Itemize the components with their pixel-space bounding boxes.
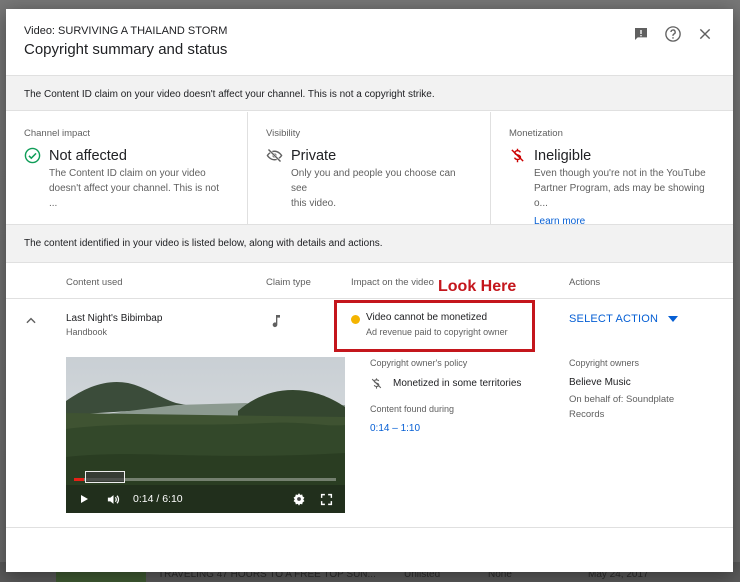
chevron-up-icon[interactable] (24, 314, 38, 333)
dialog-title: Copyright summary and status (24, 41, 228, 58)
copyright-dialog: Video: SURVIVING A THAILAND STORM Copyri… (6, 9, 733, 572)
divider (6, 298, 733, 299)
player-controls-right (292, 492, 333, 506)
card-description: Even though you're not in the YouTube Pa… (534, 168, 706, 209)
player-controls: 0:14 / 6:10 (66, 485, 345, 513)
select-action-label: SELECT ACTION (569, 313, 659, 325)
status-cards: Channel impact Not affected The Content … (6, 112, 733, 227)
card-visibility: Visibility Private Only you and people y… (248, 112, 491, 224)
col-header-actions: Actions (569, 277, 601, 288)
header-actions (631, 24, 715, 44)
fullscreen-icon[interactable] (320, 493, 333, 506)
video-progress-fill (74, 478, 84, 481)
card-label: Channel impact (24, 128, 91, 139)
owner-on-behalf: On behalf of: Soundplate Records (569, 394, 675, 420)
card-head: Not affected (24, 147, 229, 164)
card-monetization: Monetization Ineligible Even though you'… (491, 112, 733, 227)
no-money-icon (371, 378, 382, 389)
content-artist: Handbook (66, 327, 108, 337)
eye-off-icon (266, 148, 283, 163)
dialog-header: Video: SURVIVING A THAILAND STORM Copyri… (6, 9, 733, 74)
help-icon[interactable] (663, 24, 683, 44)
found-timestamp-link[interactable]: 0:14 – 1:10 (370, 423, 420, 434)
policy-value: Monetized in some territories (393, 378, 522, 389)
col-header-impact: Impact on the video (351, 277, 434, 288)
video-player[interactable]: 0:14 / 6:10 (66, 357, 345, 513)
strike-notice: The Content ID claim on your video doesn… (6, 75, 733, 111)
play-icon[interactable] (78, 493, 90, 505)
card-label: Monetization (509, 128, 563, 139)
owner-name: Believe Music (569, 377, 631, 388)
card-label: Visibility (266, 128, 301, 139)
seek-preview (85, 471, 125, 483)
settings-gear-icon[interactable] (292, 492, 306, 506)
card-head: Ineligible (509, 147, 715, 164)
select-action-button[interactable]: SELECT ACTION (569, 313, 679, 325)
card-head: Private (266, 147, 472, 164)
found-label: Content found during (370, 404, 455, 414)
close-icon[interactable] (695, 24, 715, 44)
owners-label: Copyright owners (569, 358, 640, 368)
card-description: The Content ID claim on your video doesn… (49, 168, 219, 209)
annotation-highlight-box (334, 300, 535, 352)
annotation-label: Look Here (438, 278, 517, 295)
caret-down-icon (668, 316, 679, 322)
video-time: 0:14 / 6:10 (133, 493, 183, 505)
video-label: Video: SURVIVING A THAILAND STORM (24, 25, 228, 37)
no-money-icon (511, 148, 524, 163)
card-value: Not affected (49, 147, 127, 164)
policy-label: Copyright owner's policy (370, 358, 468, 368)
check-circle-icon (24, 147, 41, 164)
volume-icon[interactable] (106, 492, 121, 507)
card-description: Only you and people you choose can see t… (291, 168, 456, 209)
music-note-icon (268, 312, 284, 335)
policy-row: Monetized in some territories (370, 377, 521, 390)
content-title: Last Night's Bibimbap (66, 313, 163, 324)
card-channel-impact: Channel impact Not affected The Content … (6, 112, 248, 224)
feedback-icon[interactable] (631, 24, 651, 44)
content-notice: The content identified in your video is … (6, 225, 733, 263)
card-value: Private (291, 147, 337, 164)
col-header-claim-type: Claim type (266, 277, 311, 288)
card-value: Ineligible (534, 147, 592, 164)
divider (6, 527, 733, 528)
col-header-content-used: Content used (66, 277, 123, 288)
